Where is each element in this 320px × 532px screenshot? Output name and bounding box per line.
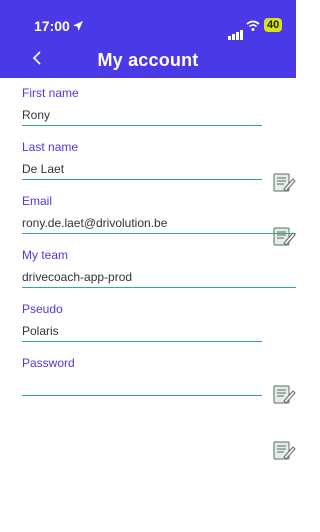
field-underline (22, 233, 296, 234)
field-underline (22, 179, 262, 180)
field-underline (22, 125, 262, 126)
field-value: Rony (22, 108, 51, 122)
edit-pseudo-icon[interactable] (272, 382, 296, 406)
edit-first-name-icon[interactable] (272, 170, 296, 194)
field-underline (22, 341, 262, 342)
field-label: Email (22, 194, 53, 208)
my-team-field: My team drivecoach-app-prod (22, 248, 296, 288)
field-value: Polaris (22, 324, 59, 338)
field-label: Last name (22, 140, 79, 154)
wifi-icon (246, 20, 260, 31)
field-label: Pseudo (22, 302, 63, 316)
field-underline (22, 287, 296, 288)
field-label: Password (22, 356, 75, 370)
app-header: 17:00 40 My account (0, 0, 296, 78)
field-value: drivecoach-app-prod (22, 270, 133, 284)
field-label: First name (22, 86, 79, 100)
field-underline (22, 395, 262, 396)
page-title: My account (97, 50, 199, 70)
pseudo-field[interactable]: Pseudo Polaris (22, 302, 262, 342)
edit-password-icon[interactable] (272, 438, 296, 462)
field-value: De Laet (22, 162, 65, 176)
password-field[interactable]: Password (22, 356, 262, 396)
field-label: My team (22, 248, 69, 262)
status-time: 17:00 (34, 18, 70, 34)
location-arrow-icon (73, 21, 83, 31)
battery-icon: 40 (264, 18, 283, 32)
field-value (22, 378, 262, 392)
field-value: rony.de.laet@drivolution.be (22, 216, 168, 230)
last-name-field[interactable]: Last name De Laet (22, 140, 262, 180)
first-name-field[interactable]: First name Rony (22, 86, 262, 126)
status-bar: 17:00 40 (0, 18, 296, 40)
email-field: Email rony.de.laet@drivolution.be (22, 194, 296, 234)
cellular-signal-icon (228, 22, 244, 40)
